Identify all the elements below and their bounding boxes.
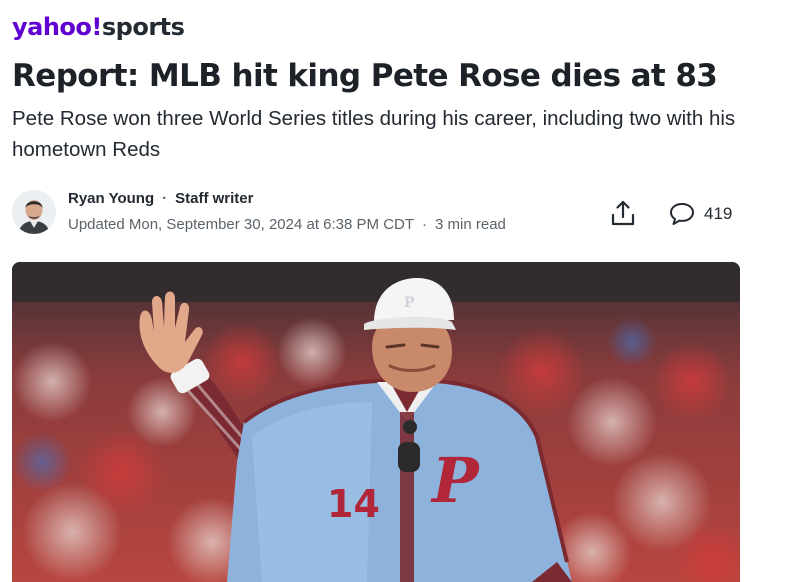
comment-icon: [670, 203, 694, 225]
article-headline: Report: MLB hit king Pete Rose dies at 8…: [12, 58, 718, 94]
updated-timestamp: Updated Mon, September 30, 2024 at 6:38 …: [68, 216, 415, 233]
jersey-logo: P: [430, 444, 481, 517]
comment-count: 419: [704, 204, 733, 223]
yahoo-sports-logo[interactable]: yahoo!sports: [12, 12, 185, 42]
logo-bang-text: !: [91, 13, 102, 41]
hero-photo: 14 P P: [12, 262, 740, 582]
article-subheadline: Pete Rose won three World Series titles …: [12, 107, 736, 161]
author-avatar[interactable]: [12, 190, 56, 234]
hero-image[interactable]: 14 P P: [12, 262, 740, 582]
logo-yahoo-text: yahoo: [12, 13, 92, 41]
player-figure: 14 P: [227, 377, 572, 582]
logo-section-text: sports: [101, 13, 185, 41]
byline-separator: ·: [162, 190, 168, 207]
author-role: Staff writer: [175, 190, 254, 207]
comments-button[interactable]: 419: [668, 200, 732, 228]
share-icon: [611, 200, 635, 226]
author-name[interactable]: Ryan Young: [68, 190, 154, 207]
article-meta: Updated Mon, September 30, 2024 at 6:38 …: [68, 215, 506, 235]
jersey-number: 14: [327, 482, 380, 526]
read-time: 3 min read: [435, 216, 506, 233]
svg-text:P: P: [404, 295, 415, 311]
author-avatar-image: [12, 190, 56, 234]
share-button[interactable]: [608, 198, 638, 228]
meta-separator: ·: [422, 216, 428, 233]
author-byline: Ryan Young · Staff writer: [68, 189, 253, 209]
